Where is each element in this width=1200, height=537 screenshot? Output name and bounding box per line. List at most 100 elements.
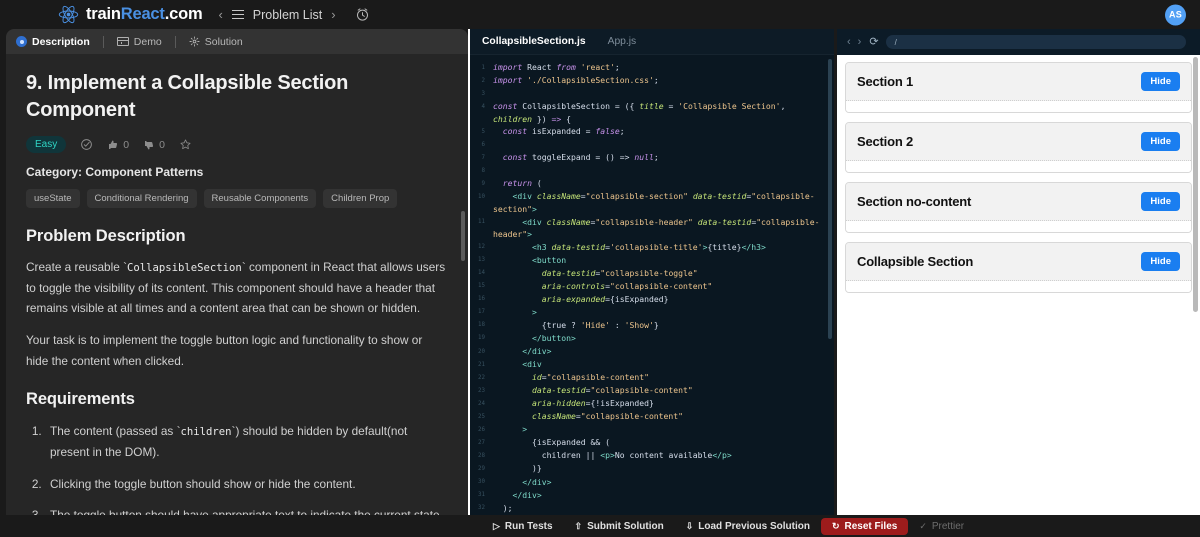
user-avatar[interactable]: AS — [1165, 4, 1186, 25]
prettier-button[interactable]: ✓ Prettier — [908, 518, 975, 535]
play-icon: ▷ — [493, 520, 500, 531]
problem-meta: Easy 0 0 — [26, 136, 446, 154]
react-logo-icon — [58, 5, 79, 24]
line-content[interactable]: data-testid="collapsible-toggle" — [493, 267, 834, 280]
line-content[interactable]: </div> — [493, 476, 834, 489]
editor-tab-collapsiblesection[interactable]: CollapsibleSection.js — [482, 36, 586, 47]
submit-solution-button[interactable]: ⇧ Submit Solution — [564, 518, 675, 535]
browser-forward-icon[interactable]: › — [858, 36, 862, 48]
code-line: 21 <div — [470, 358, 834, 371]
tab-solution[interactable]: Solution — [189, 36, 256, 48]
line-content[interactable]: </div> — [493, 345, 834, 358]
problem-list-icon[interactable] — [231, 10, 244, 19]
code-line: 25 className="collapsible-content" — [470, 410, 834, 423]
tag-item[interactable]: Conditional Rendering — [86, 189, 197, 209]
line-number: 13 — [478, 257, 485, 264]
nav-next-button[interactable]: › — [331, 8, 335, 21]
line-content[interactable]: return ( — [493, 177, 834, 190]
code-line: 30 </div> — [470, 476, 834, 489]
timer-icon[interactable] — [355, 7, 370, 22]
line-content[interactable]: </div> — [493, 489, 834, 502]
code-line: 15 aria-controls="collapsible-content" — [470, 280, 834, 293]
dislikes-control[interactable]: 0 — [143, 139, 165, 151]
line-number: 5 — [481, 128, 486, 135]
collapsible-title: Collapsible Section — [857, 254, 974, 269]
star-icon — [180, 139, 191, 150]
inline-code: children — [180, 426, 232, 439]
likes-count: 0 — [123, 138, 130, 151]
line-content[interactable]: aria-expanded={isExpanded} — [493, 293, 834, 306]
scrollbar-thumb[interactable] — [461, 210, 465, 262]
code-line: 28 children || <p>No content available</… — [470, 449, 834, 462]
line-content[interactable]: {isExpanded && ( — [493, 436, 834, 449]
line-content[interactable] — [493, 138, 834, 151]
scrollbar-thumb[interactable] — [828, 59, 832, 340]
run-tests-button[interactable]: ▷ Run Tests — [482, 518, 564, 535]
line-content[interactable] — [493, 164, 834, 177]
line-content[interactable]: {true ? 'Hide' : 'Show'} — [493, 319, 834, 332]
line-content[interactable]: const CollapsibleSection = ({ title = 'C… — [493, 100, 834, 125]
scrollbar-thumb[interactable] — [1193, 57, 1198, 313]
line-content[interactable]: aria-controls="collapsible-content" — [493, 280, 834, 293]
preview-scrollbar[interactable] — [1193, 57, 1198, 513]
line-content[interactable] — [493, 87, 834, 100]
url-input[interactable]: / — [885, 35, 1186, 49]
browser-reload-icon[interactable]: ⟳ — [869, 36, 878, 48]
brand-logo[interactable]: trainReact.com — [58, 4, 203, 25]
line-content[interactable]: > — [493, 306, 834, 319]
collapsible-toggle-button[interactable]: Hide — [1141, 252, 1180, 271]
editor-tab-app[interactable]: App.js — [608, 36, 637, 47]
line-content[interactable]: <button — [493, 254, 834, 267]
line-content[interactable]: import React from 'react'; — [493, 61, 834, 74]
solved-status[interactable] — [80, 138, 93, 151]
line-content[interactable]: <div className="collapsible-section" dat… — [493, 190, 834, 215]
app-root: trainReact.com ‹ Problem List › AS Descr… — [0, 0, 1200, 537]
line-content[interactable]: > — [493, 423, 834, 436]
collapsible-title: Section 1 — [857, 74, 913, 89]
code-line: 7 const toggleExpand = () => null; — [470, 151, 834, 164]
line-content[interactable]: const toggleExpand = () => null; — [493, 151, 834, 164]
problem-list-label[interactable]: Problem List — [253, 8, 322, 22]
line-content[interactable]: )} — [493, 462, 834, 475]
brand-text: trainReact.com — [86, 5, 203, 24]
reset-files-button[interactable]: ↻ Reset Files — [820, 517, 909, 535]
description-scrollbar[interactable] — [461, 54, 465, 515]
line-content[interactable]: import './CollapsibleSection.css'; — [493, 74, 834, 87]
code-line: 20 </div> — [470, 345, 834, 358]
check-circle-icon — [81, 139, 93, 151]
upload-icon: ⇧ — [574, 520, 583, 531]
tag-item[interactable]: useState — [26, 189, 80, 209]
line-content[interactable]: ); — [493, 502, 834, 515]
line-content[interactable]: data-testid="collapsible-content" — [493, 384, 834, 397]
code-area[interactable]: 1 import React from 'react'; 2 import './Co… — [470, 55, 834, 515]
problem-paragraph-1: Create a reusable `CollapsibleSection` c… — [26, 260, 446, 316]
line-content[interactable]: aria-hidden={!isExpanded} — [493, 397, 834, 410]
collapsible-section: Section no-content Hide — [845, 182, 1192, 233]
collapsible-toggle-button[interactable]: Hide — [1141, 132, 1180, 151]
line-content[interactable]: children || <p>No content available</p> — [493, 449, 834, 462]
tab-demo[interactable]: Demo — [116, 36, 175, 48]
likes-control[interactable]: 0 — [107, 139, 129, 151]
problem-description-heading: Problem Description — [26, 227, 186, 246]
browser-back-icon[interactable]: ‹ — [847, 36, 851, 48]
line-content[interactable]: </button> — [493, 332, 834, 345]
line-number: 15 — [478, 283, 485, 290]
favorite-control[interactable] — [179, 138, 192, 151]
editor-scrollbar[interactable] — [828, 59, 832, 511]
nav-prev-button[interactable]: ‹ — [218, 8, 222, 21]
line-content[interactable]: <div className="collapsible-header" data… — [493, 216, 834, 241]
line-content[interactable]: <div — [493, 358, 834, 371]
line-content[interactable]: <h3 data-testid='collapsible-title'>{tit… — [493, 241, 834, 254]
tag-item[interactable]: Reusable Components — [203, 189, 317, 209]
load-previous-solution-button[interactable]: ⇩ Load Previous Solution — [675, 518, 821, 535]
collapsible-toggle-button[interactable]: Hide — [1141, 72, 1180, 91]
tab-description[interactable]: Description — [16, 36, 103, 48]
tag-item[interactable]: Children Prop — [323, 189, 398, 209]
line-content[interactable]: className="collapsible-content" — [493, 410, 834, 423]
tag-list: useState Conditional Rendering Reusable … — [26, 189, 446, 209]
collapsible-toggle-button[interactable]: Hide — [1141, 192, 1180, 211]
line-content[interactable]: const isExpanded = false; — [493, 125, 834, 138]
line-content[interactable]: id="collapsible-content" — [493, 371, 834, 384]
code-line: 32 ); — [470, 502, 834, 515]
req-pre: Clicking the toggle button should show o… — [50, 476, 356, 491]
